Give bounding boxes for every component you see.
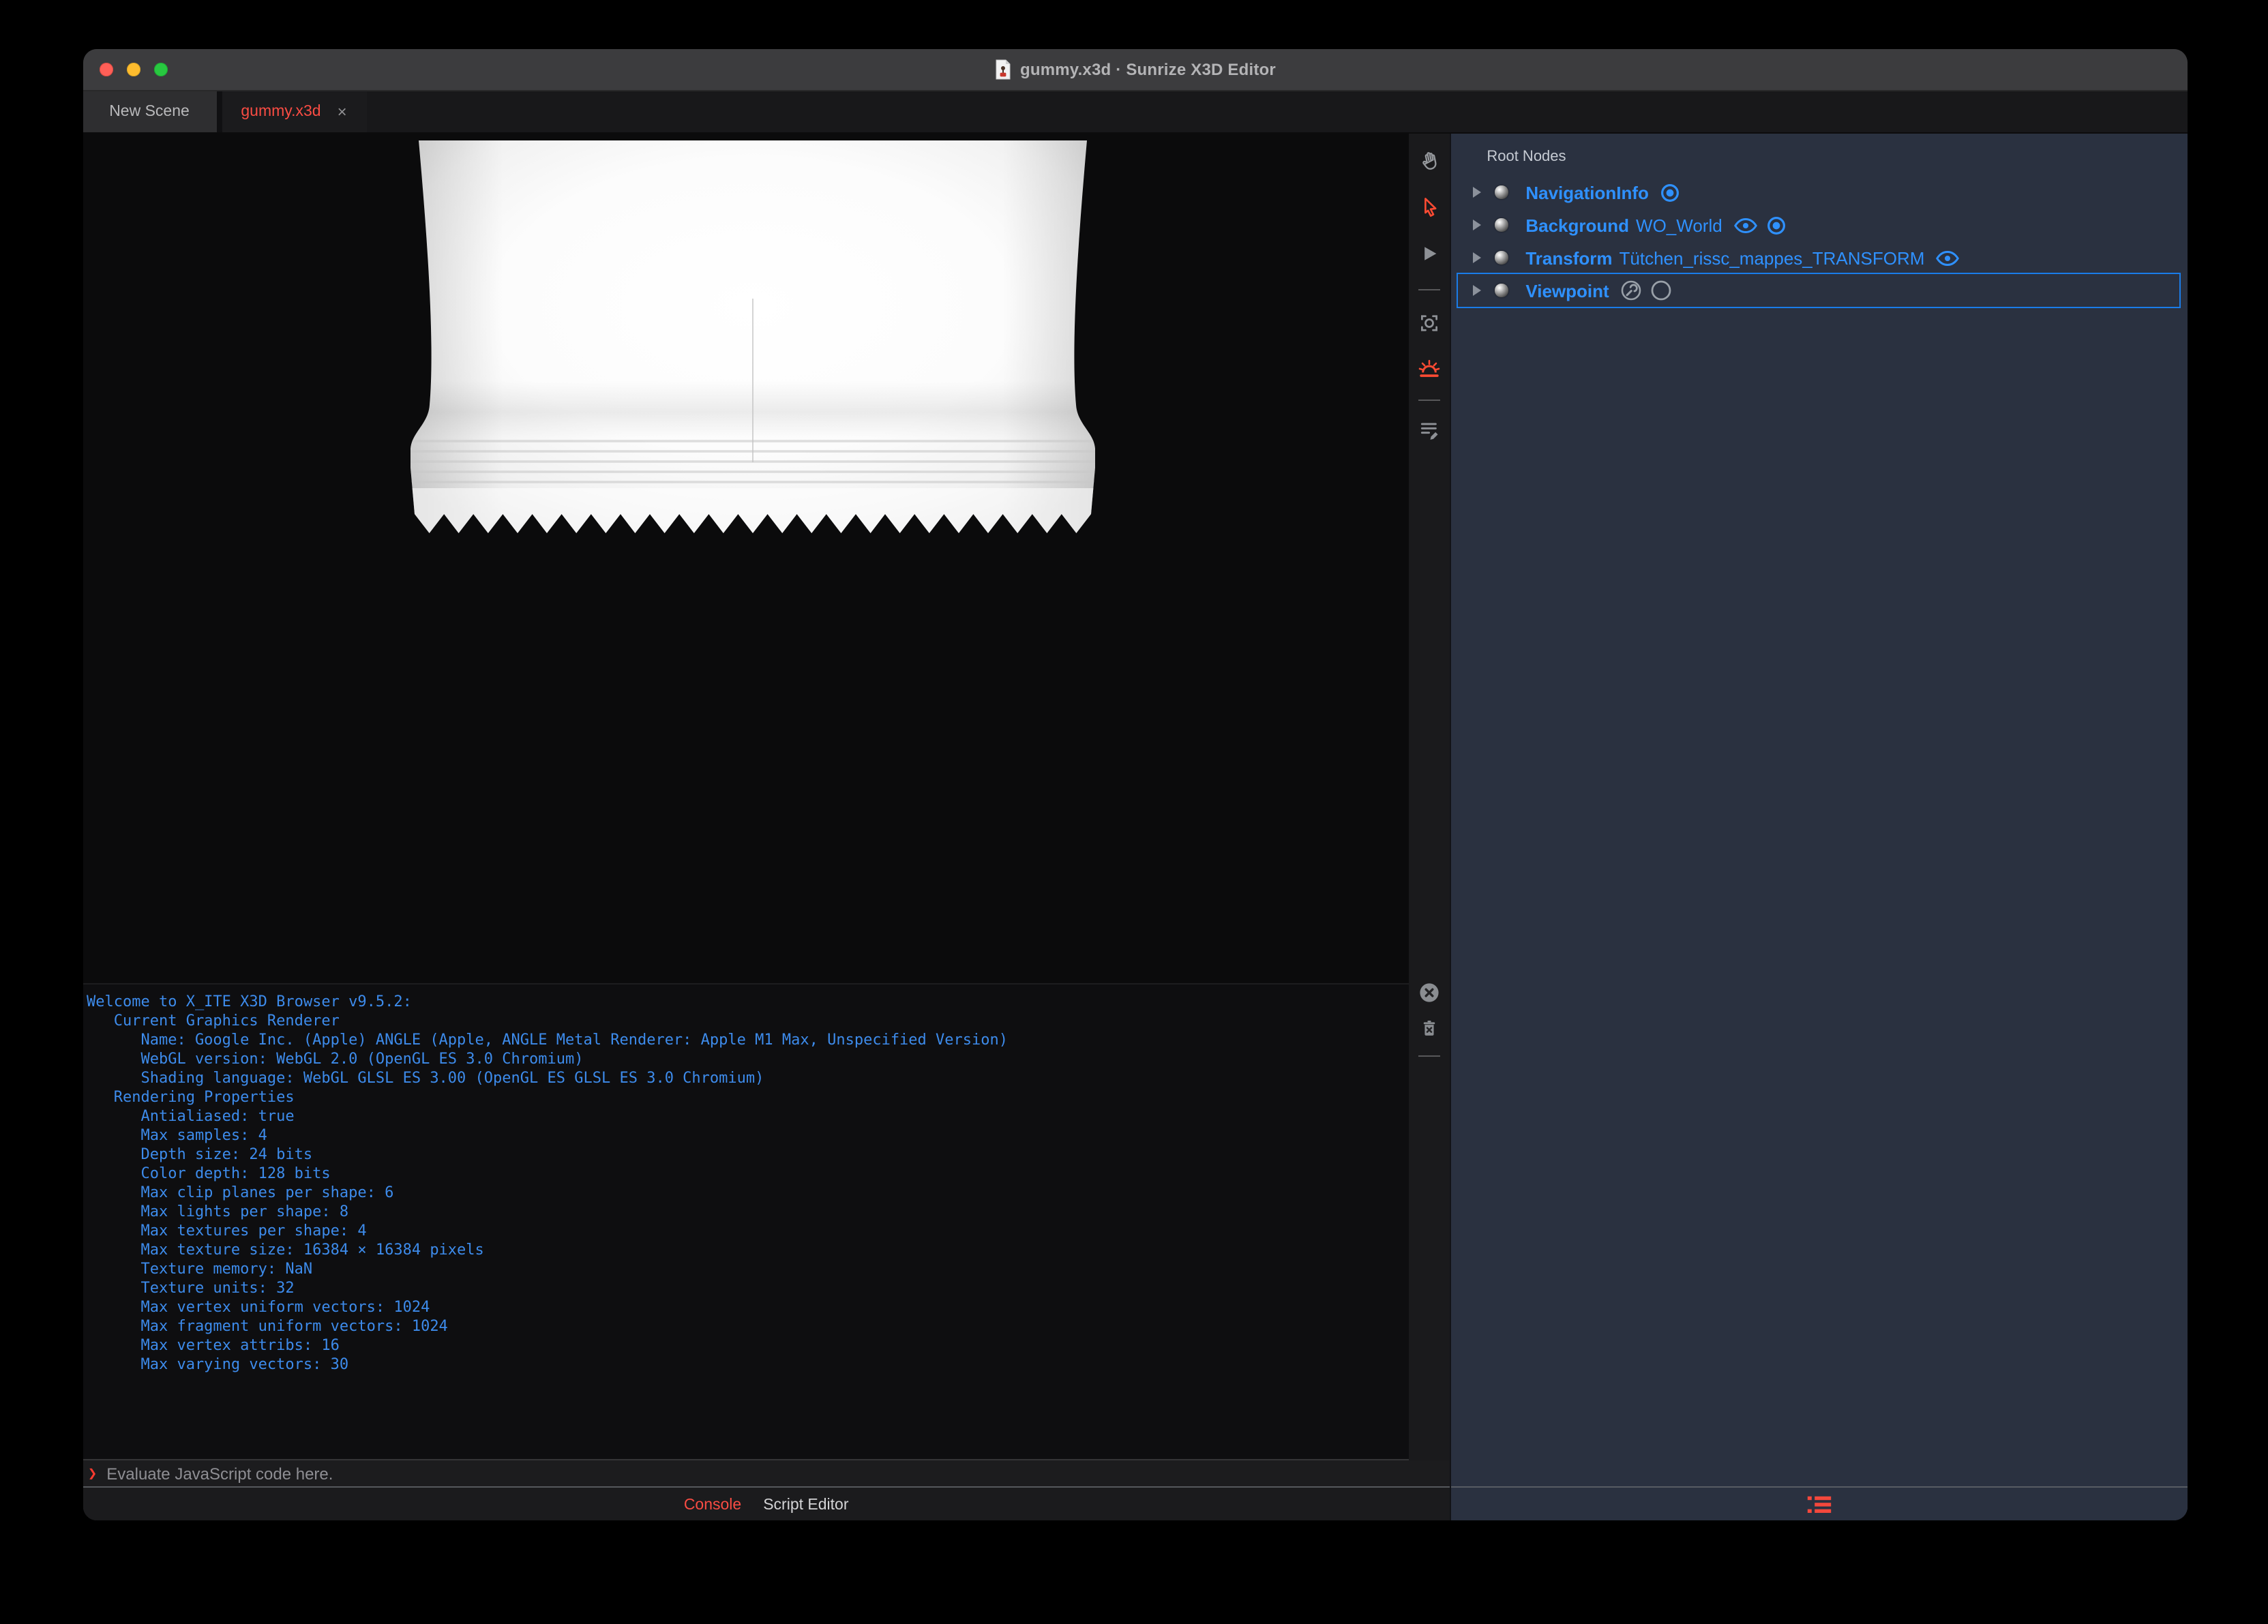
trash-icon[interactable] [1419, 1017, 1439, 1039]
tool-wrench-icon[interactable] [1620, 280, 1642, 301]
screen: gummy.x3d · Sunrize X3D Editor New Scene… [0, 0, 2268, 1624]
tab-gummy-x3d-label: gummy.x3d [241, 104, 321, 120]
outline-footer-bar [1451, 1486, 2188, 1520]
document-icon [996, 59, 1011, 80]
outline-list-icon[interactable] [1806, 1494, 1833, 1515]
console-input-placeholder: Evaluate JavaScript code here. [106, 1464, 333, 1484]
node-def-name: WO_World [1636, 215, 1722, 235]
node-type-label: Viewpoint [1525, 280, 1609, 301]
node-type-label: NavigationInfo [1525, 182, 1649, 202]
window-title: gummy.x3d · Sunrize X3D Editor [1020, 60, 1276, 79]
tab-new-scene[interactable]: New Scene [83, 91, 216, 132]
bottom-tab-bar: Console Script Editor [83, 1486, 1450, 1520]
app-window: gummy.x3d · Sunrize X3D Editor New Scene… [83, 49, 2188, 1520]
bound-icon[interactable] [1766, 215, 1787, 235]
node-sphere-icon [1495, 185, 1508, 199]
viewport-tool-strip [1409, 134, 1450, 1460]
expander-triangle-icon[interactable] [1473, 187, 1482, 198]
scene-tab-bar: New Scene gummy.x3d × [83, 91, 2188, 134]
node-sphere-icon [1495, 284, 1508, 297]
light-sun-icon[interactable] [1418, 357, 1441, 380]
minimize-window-button[interactable] [126, 63, 140, 76]
tree-node-background[interactable]: Background WO_World [1451, 209, 2188, 241]
pan-hand-icon[interactable] [1418, 149, 1441, 172]
toolbar-divider [1418, 1055, 1441, 1057]
node-sphere-icon [1495, 218, 1508, 232]
tree-node-navigationinfo[interactable]: NavigationInfo [1451, 176, 2188, 209]
expander-triangle-icon[interactable] [1473, 252, 1482, 263]
expander-triangle-icon[interactable] [1473, 285, 1482, 296]
node-sphere-icon [1495, 251, 1508, 265]
select-arrow-icon[interactable] [1418, 196, 1440, 219]
eye-icon[interactable] [1733, 216, 1758, 234]
expander-triangle-icon[interactable] [1473, 220, 1482, 230]
script-edit-icon[interactable] [1418, 418, 1441, 441]
toolbar-divider [1418, 400, 1441, 401]
outline-editor-panel: Root Nodes NavigationInfo Background WO_… [1450, 134, 2188, 1520]
tab-close-icon[interactable]: × [338, 104, 347, 120]
clear-console-icon[interactable] [1418, 982, 1440, 1004]
editor-pane: Welcome to X_ITE X3D Browser v9.5.2: Cur… [83, 134, 1450, 1520]
node-tree: NavigationInfo Background WO_World Trans… [1451, 176, 2188, 308]
eye-icon[interactable] [1935, 249, 1960, 267]
tab-new-scene-label: New Scene [109, 104, 190, 120]
zoom-window-button[interactable] [153, 63, 167, 76]
tab-gummy-x3d[interactable]: gummy.x3d × [222, 91, 366, 132]
tree-node-transform[interactable]: Transform Tütchen_rissc_mappes_TRANSFORM [1451, 241, 2188, 274]
console-output[interactable]: Welcome to X_ITE X3D Browser v9.5.2: Cur… [83, 982, 1450, 1460]
window-controls [99, 49, 167, 90]
prompt-chevron-icon: ❯ [88, 1464, 98, 1483]
tab-script-editor[interactable]: Script Editor [763, 1497, 848, 1513]
console-input-row[interactable]: ❯ Evaluate JavaScript code here. [83, 1459, 1450, 1487]
tree-node-viewpoint[interactable]: Viewpoint [1451, 273, 2188, 308]
play-icon[interactable] [1418, 243, 1440, 265]
gummy-bag-3d-model [411, 140, 1095, 532]
title-bar[interactable]: gummy.x3d · Sunrize X3D Editor [83, 49, 2188, 91]
toolbar-divider [1418, 289, 1441, 290]
view-all-camera-icon[interactable] [1418, 312, 1441, 335]
outline-header: Root Nodes [1487, 149, 1566, 165]
node-type-label: Transform [1525, 247, 1613, 268]
close-window-button[interactable] [99, 63, 113, 76]
x3d-viewport[interactable] [83, 134, 1450, 983]
node-type-label: Background [1525, 215, 1630, 235]
console-log-text: Welcome to X_ITE X3D Browser v9.5.2: Cur… [87, 992, 1009, 1373]
empty-circle-icon[interactable] [1650, 280, 1672, 301]
tab-separator [216, 91, 222, 132]
node-def-name: Tütchen_rissc_mappes_TRANSFORM [1619, 247, 1925, 268]
tab-console[interactable]: Console [684, 1497, 741, 1513]
bound-icon[interactable] [1660, 182, 1680, 202]
